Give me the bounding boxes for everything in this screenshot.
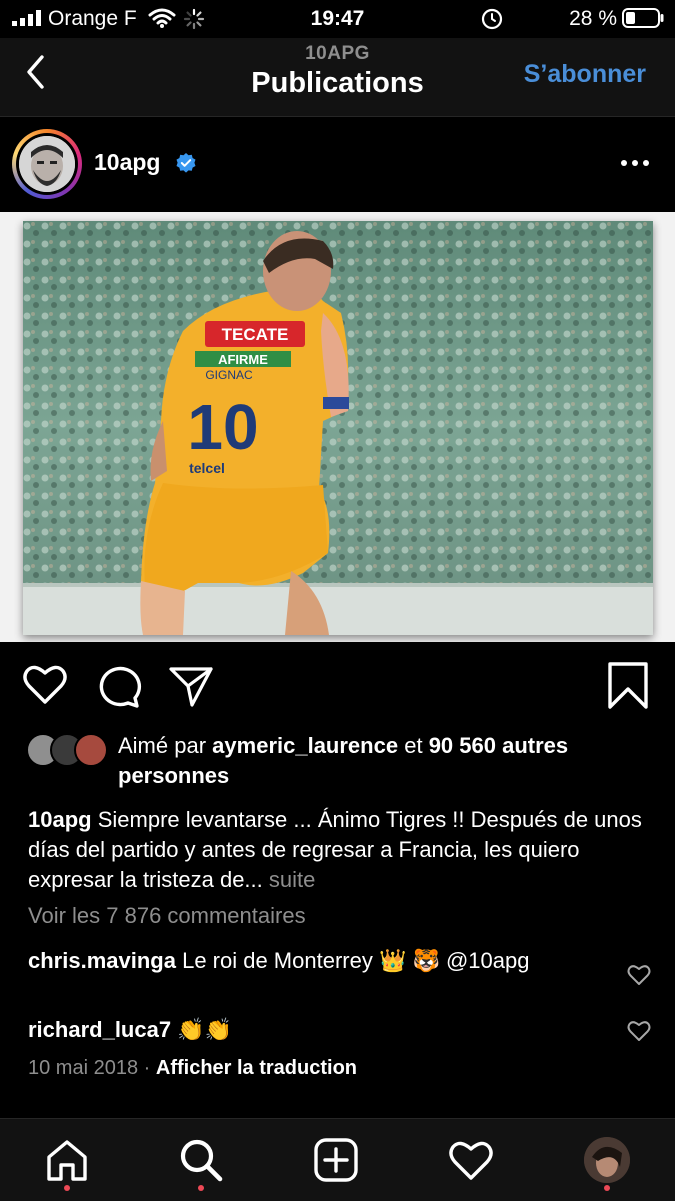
follow-button[interactable]: S’abonner xyxy=(524,60,646,89)
nav-header: 10APG Publications S’abonner xyxy=(0,38,675,117)
home-icon[interactable] xyxy=(44,1137,90,1183)
post-image[interactable]: TECATE AFIRME GIGNAC 10 telcel xyxy=(23,221,653,635)
verified-badge-icon xyxy=(176,153,196,173)
more-options-icon[interactable] xyxy=(620,159,650,167)
jersey-brand: telcel xyxy=(189,460,225,476)
jersey-chest-sponsor: AFIRME xyxy=(218,352,268,367)
view-comments-link[interactable]: Voir les 7 876 commentaires xyxy=(28,903,306,929)
post-date: 10 mai 2018 xyxy=(28,1057,139,1079)
avatar-image xyxy=(19,136,75,192)
likes-prefix: Aimé par xyxy=(118,733,207,758)
likes-user[interactable]: aymeric_laurence xyxy=(212,733,398,758)
battery-percentage: 28 % xyxy=(569,7,617,30)
notification-dot xyxy=(198,1185,204,1191)
bookmark-icon[interactable] xyxy=(606,662,650,710)
liked-by-avatars[interactable] xyxy=(26,733,108,767)
comment-item: chris.mavinga Le roi de Monterrey 👑 🐯 @1… xyxy=(28,946,588,976)
notification-dot xyxy=(604,1185,610,1191)
post-username[interactable]: 10apg xyxy=(94,149,160,176)
meta-separator: · xyxy=(143,1057,151,1079)
avatar[interactable] xyxy=(16,133,78,195)
caption-username[interactable]: 10apg xyxy=(28,807,92,832)
post-caption: 10apg Siempre levantarse ... Ánimo Tigre… xyxy=(28,805,658,895)
liker-avatar xyxy=(74,733,108,767)
comment-text: Le roi de Monterrey 👑 🐯 @10apg xyxy=(182,948,530,973)
translate-link[interactable]: Afficher la traduction xyxy=(156,1057,357,1079)
activity-heart-icon[interactable] xyxy=(448,1137,494,1183)
caption-text: Siempre levantarse ... Ánimo Tigres !! D… xyxy=(28,807,642,892)
jersey-number: 10 xyxy=(187,391,258,463)
add-post-icon[interactable] xyxy=(313,1137,359,1183)
post-actions xyxy=(0,642,675,732)
share-icon[interactable] xyxy=(168,664,214,708)
heart-icon[interactable] xyxy=(22,664,68,706)
comment-username[interactable]: chris.mavinga xyxy=(28,948,176,973)
battery-icon xyxy=(622,8,664,28)
comment-like-icon[interactable] xyxy=(627,964,651,986)
comment-like-icon[interactable] xyxy=(627,1020,651,1042)
post-image-frame[interactable]: TECATE AFIRME GIGNAC 10 telcel xyxy=(0,212,675,642)
status-bar: Orange F 19:47 28 % xyxy=(0,0,675,38)
jersey-name: GIGNAC xyxy=(205,368,253,382)
likes-joiner: et xyxy=(404,733,423,758)
comment-icon[interactable] xyxy=(96,664,142,708)
comment-item: richard_luca7 👏👏 xyxy=(28,1015,588,1045)
profile-tab-avatar[interactable] xyxy=(584,1137,630,1183)
post-header: 10apg xyxy=(0,117,675,212)
comment-text: 👏👏 xyxy=(177,1017,232,1042)
jersey-sponsor: TECATE xyxy=(222,325,289,344)
caption-more-link[interactable]: suite xyxy=(269,867,315,892)
likes-summary[interactable]: Aimé par aymeric_laurence et 90 560 autr… xyxy=(118,731,658,791)
post-meta: 10 mai 2018 · Afficher la traduction xyxy=(28,1057,357,1080)
search-icon[interactable] xyxy=(178,1137,224,1183)
comment-username[interactable]: richard_luca7 xyxy=(28,1017,171,1042)
tab-bar xyxy=(0,1118,675,1201)
alarm-icon xyxy=(481,8,503,30)
notification-dot xyxy=(64,1185,70,1191)
